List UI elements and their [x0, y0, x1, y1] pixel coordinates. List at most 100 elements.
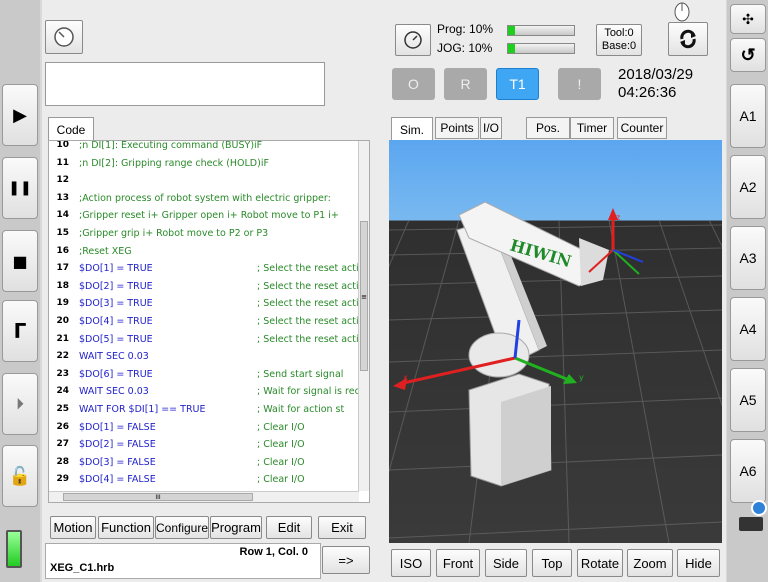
- code-comment: ; Select the reset action: [257, 263, 370, 275]
- refresh-icon: [680, 29, 696, 49]
- keyboard-icon[interactable]: [739, 517, 763, 531]
- code-line[interactable]: 12: [49, 172, 359, 190]
- code-comment: ; Wait for signal is received: [257, 386, 369, 398]
- step-back-button[interactable]: Γ: [2, 300, 38, 362]
- code-line[interactable]: 19 $DO[3] = TRUE ; Select the reset action: [49, 295, 369, 313]
- code-comment: ; Clear I/O: [257, 474, 305, 486]
- code-text: ;n DI[2]: Gripping range check (HOLD)iF: [79, 157, 269, 169]
- view-iso-button[interactable]: ISO: [391, 549, 431, 577]
- code-line[interactable]: 20 $DO[4] = TRUE ; Select the reset action: [49, 313, 369, 331]
- code-text: $DO[1] = FALSE: [79, 421, 156, 433]
- step-forward-button[interactable]: ⏵: [2, 373, 38, 435]
- tab-counter[interactable]: Counter: [617, 117, 667, 139]
- edit-button[interactable]: Edit: [266, 516, 312, 539]
- code-line[interactable]: 18 $DO[2] = TRUE ; Select the reset action: [49, 278, 369, 296]
- tab-io[interactable]: I/O: [480, 117, 502, 139]
- configure-button[interactable]: Configure: [155, 516, 209, 539]
- axis-a3-button[interactable]: A3: [730, 226, 766, 290]
- code-line[interactable]: 10 ;n DI[1]: Executing command (BUSY)iF: [49, 141, 359, 155]
- lock-button[interactable]: 🔓: [2, 445, 38, 507]
- line-number: 29: [56, 474, 69, 485]
- view-hide-button[interactable]: Hide: [677, 549, 720, 577]
- code-line[interactable]: 11 ;n DI[2]: Gripping range check (HOLD)i…: [49, 155, 359, 173]
- axis-a1-button[interactable]: A1: [730, 84, 766, 148]
- step-forward-icon: ⏵: [15, 394, 24, 413]
- code-line[interactable]: 17 $DO[1] = TRUE ; Select the reset action: [49, 260, 369, 278]
- code-line[interactable]: 13 ;Action process of robot system with e…: [49, 190, 359, 208]
- code-line[interactable]: 26 $DO[1] = FALSE ; Clear I/O: [49, 419, 359, 437]
- line-number: 14: [56, 210, 69, 221]
- code-comment: ; Send start signal: [257, 368, 344, 380]
- pin-button[interactable]: ✣: [730, 4, 766, 34]
- code-comment: ; Select the reset action: [257, 280, 370, 292]
- tab-timer[interactable]: Timer: [570, 117, 614, 139]
- clock-icon: [54, 27, 74, 47]
- prog-speed-bar: [507, 25, 575, 36]
- mode-button-o[interactable]: O: [392, 68, 435, 100]
- left-sidebar: ▶ ❚❚ ■ Γ ⏵ 🔓: [0, 0, 40, 582]
- home-button[interactable]: [45, 20, 83, 54]
- code-line[interactable]: 22 WAIT SEC 0.03: [49, 348, 359, 366]
- code-line[interactable]: 16 ;Reset XEG: [49, 243, 359, 261]
- pause-button[interactable]: ❚❚: [2, 157, 38, 219]
- code-text: $DO[4] = FALSE: [79, 474, 156, 486]
- line-number: 18: [56, 280, 69, 291]
- code-line[interactable]: 28 $DO[3] = FALSE ; Clear I/O: [49, 454, 359, 472]
- simulation-viewport[interactable]: HIWIN z x y: [389, 140, 722, 543]
- view-zoom-button[interactable]: Zoom: [627, 549, 673, 577]
- speed-button[interactable]: [395, 24, 431, 56]
- line-number: 11: [56, 157, 69, 168]
- function-button[interactable]: Function: [98, 516, 154, 539]
- axis-a5-button[interactable]: A5: [730, 368, 766, 432]
- motion-button[interactable]: Motion: [50, 516, 96, 539]
- rotate-icon: ↺: [740, 44, 756, 65]
- sync-button[interactable]: [668, 22, 708, 56]
- tool-base-button[interactable]: Tool:0 Base:0: [596, 24, 642, 56]
- code-line[interactable]: 23 $DO[6] = TRUE ; Send start signal: [49, 366, 359, 384]
- view-side-button[interactable]: Side: [485, 549, 527, 577]
- code-text: ;Action process of robot system with ele…: [79, 192, 331, 204]
- tab-points[interactable]: Points: [435, 117, 479, 139]
- view-rotate-button[interactable]: Rotate: [577, 549, 623, 577]
- tab-pos[interactable]: Pos.: [526, 117, 570, 139]
- line-number: 16: [56, 245, 69, 256]
- line-number: 21: [56, 333, 69, 344]
- code-text: $DO[2] = TRUE: [79, 280, 153, 292]
- vertical-scrollbar[interactable]: ≡: [358, 141, 369, 491]
- code-editor[interactable]: 10 ;n DI[1]: Executing command (BUSY)iF 11…: [48, 140, 370, 503]
- play-button[interactable]: ▶: [2, 84, 38, 146]
- axis-a6-button[interactable]: A6: [730, 439, 766, 503]
- remote-icon[interactable]: [751, 500, 767, 516]
- prog-speed-label: Prog: 10%: [437, 22, 494, 36]
- mode-button-r[interactable]: R: [444, 68, 487, 100]
- code-text: WAIT SEC 0.03: [79, 351, 149, 363]
- tool-label: Tool:0: [604, 27, 634, 39]
- scroll-thumb[interactable]: ≡: [360, 221, 368, 371]
- code-line[interactable]: 14 ;Gripper reset i+ Gripper open i+ Robo…: [49, 207, 359, 225]
- axis-a4-button[interactable]: A4: [730, 297, 766, 361]
- alarm-button[interactable]: !: [558, 68, 601, 100]
- code-comment: ; Clear I/O: [257, 456, 305, 468]
- view-front-button[interactable]: Front: [436, 549, 480, 577]
- rotate-button[interactable]: ↺: [730, 38, 766, 72]
- code-line[interactable]: 25 WAIT FOR $DI[1] == TRUE ; Wait for acti…: [49, 401, 359, 419]
- axis-a2-button[interactable]: A2: [730, 155, 766, 219]
- code-line[interactable]: 21 $DO[5] = TRUE ; Select the reset action: [49, 331, 369, 349]
- code-comment: ; Clear I/O: [257, 421, 305, 433]
- base-label: Base:0: [601, 40, 637, 52]
- mouse-icon: [669, 2, 695, 22]
- goto-button[interactable]: =>: [322, 546, 370, 574]
- code-line[interactable]: 27 $DO[2] = FALSE ; Clear I/O: [49, 436, 359, 454]
- tab-code[interactable]: Code: [48, 117, 94, 141]
- program-button[interactable]: Program: [210, 516, 262, 539]
- hscroll-thumb[interactable]: III: [63, 493, 253, 501]
- tab-sim[interactable]: Sim.: [391, 117, 433, 141]
- stop-button[interactable]: ■: [2, 230, 38, 292]
- mode-button-t1[interactable]: T1: [496, 68, 539, 100]
- exit-button[interactable]: Exit: [318, 516, 366, 539]
- code-line[interactable]: 24 WAIT SEC 0.03 ; Wait for signal is rece…: [49, 383, 369, 401]
- code-line[interactable]: 29 $DO[4] = FALSE ; Clear I/O: [49, 471, 359, 489]
- horizontal-scrollbar[interactable]: III: [49, 491, 359, 502]
- view-top-button[interactable]: Top: [532, 549, 572, 577]
- code-line[interactable]: 15 ;Gripper grip i+ Robot move to P2 or P…: [49, 225, 359, 243]
